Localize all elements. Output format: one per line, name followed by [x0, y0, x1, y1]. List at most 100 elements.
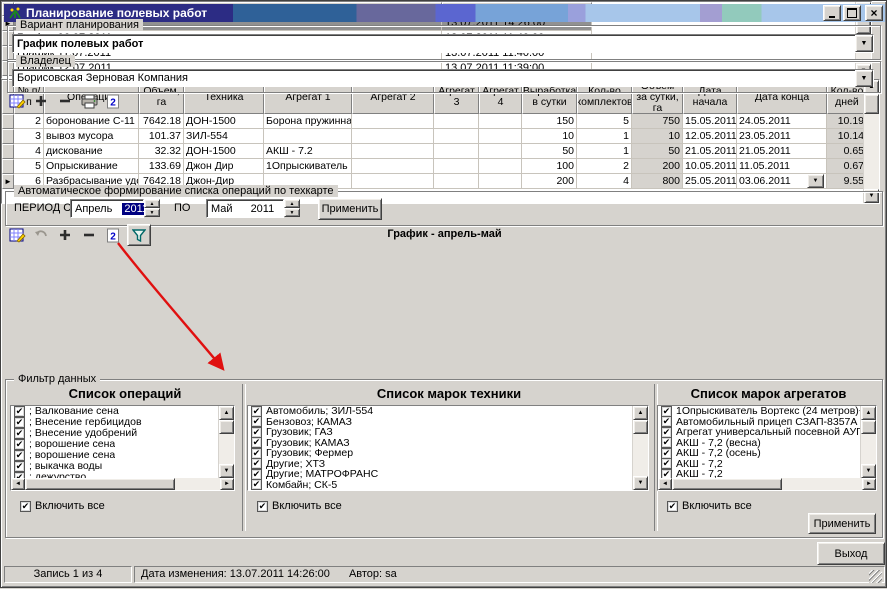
implements-hscrollbar[interactable] [658, 478, 876, 490]
implements-include-all[interactable]: Включить все [664, 500, 752, 512]
grid-vscrollbar[interactable] [863, 80, 879, 203]
grid-cell-end[interactable]: 21.05.2011 [737, 144, 827, 159]
grid-cell-start[interactable]: 25.05.2011 [683, 174, 737, 189]
scroll-track[interactable] [864, 114, 879, 189]
filter-list-item[interactable]: Грузовик; Фермер [248, 448, 632, 459]
scroll-down-icon[interactable] [219, 464, 234, 478]
checkbox-checked-icon[interactable] [257, 501, 268, 512]
filter-list-item[interactable]: ; Внесение гербицидов [11, 417, 218, 428]
scroll-down-icon[interactable] [861, 464, 876, 478]
checkbox-checked-icon[interactable] [14, 450, 25, 461]
spin-down-icon[interactable] [284, 208, 300, 217]
spin-up-icon[interactable] [144, 199, 160, 208]
grid-cell-agg3[interactable] [434, 159, 479, 174]
grid-cell-agg4[interactable] [479, 174, 522, 189]
checkbox-checked-icon[interactable] [251, 480, 262, 491]
grid-cell-agg2[interactable] [352, 114, 434, 129]
grid-cell-per_day[interactable]: 10 [522, 129, 577, 144]
scroll-up-icon[interactable] [633, 406, 648, 420]
checkbox-checked-icon[interactable] [661, 469, 672, 478]
period-to-spinner[interactable] [284, 199, 300, 218]
grid-cell-kits[interactable]: 1 [577, 129, 632, 144]
grid-cell-agg2[interactable] [352, 129, 434, 144]
scroll-track[interactable] [633, 434, 648, 476]
spin-up-icon[interactable] [284, 199, 300, 208]
grid-cell-agg4[interactable] [479, 114, 522, 129]
scroll-down-icon[interactable] [633, 476, 648, 490]
refresh-button[interactable]: 2 [103, 92, 123, 110]
grid-cell-days[interactable]: 0.65 [827, 144, 863, 159]
grid-cell-end[interactable]: 11.05.2011 [737, 159, 827, 174]
grid-cell-agg1[interactable]: АКШ - 7.2 [264, 144, 352, 159]
grid-cell-days[interactable]: 9.55 [827, 174, 863, 189]
grid-cell-end[interactable]: 24.05.2011 [737, 114, 827, 129]
grid-cell-num[interactable]: 5 [14, 159, 44, 174]
grid-cell-kits[interactable]: 1 [577, 144, 632, 159]
checkbox-checked-icon[interactable] [661, 448, 672, 459]
grid-cell-agg4[interactable] [479, 159, 522, 174]
checkbox-checked-icon[interactable] [14, 417, 25, 428]
grid-cell-num[interactable]: 4 [14, 144, 44, 159]
checkbox-checked-icon[interactable] [661, 417, 672, 428]
grid-row[interactable]: 5Опрыскивание133.69Джон Дир1Опрыскивател… [2, 159, 863, 174]
checkbox-checked-icon[interactable] [661, 427, 672, 438]
checkbox-checked-icon[interactable] [661, 459, 672, 470]
grid-cell-start[interactable]: 15.05.2011 [683, 114, 737, 129]
checkbox-checked-icon[interactable] [20, 501, 31, 512]
grid-cell-day_vol[interactable]: 10 [632, 129, 683, 144]
grid-cell-start[interactable]: 10.05.2011 [683, 159, 737, 174]
grid-cell-agg4[interactable] [479, 129, 522, 144]
grid-cell-per_day[interactable]: 100 [522, 159, 577, 174]
period-to-field[interactable]: Май 2011 [206, 199, 300, 218]
variant-dropdown-icon[interactable] [855, 35, 873, 52]
checkbox-checked-icon[interactable] [251, 417, 262, 428]
machines-include-all[interactable]: Включить все [254, 500, 342, 512]
delete-record-button[interactable] [55, 92, 75, 110]
grid-cell-num[interactable]: 3 [14, 129, 44, 144]
grid-cell-day_vol[interactable]: 200 [632, 159, 683, 174]
checkbox-checked-icon[interactable] [14, 461, 25, 472]
grid-cell-agg2[interactable] [352, 174, 434, 189]
grid-cell-agg2[interactable] [352, 144, 434, 159]
machines-vscrollbar[interactable] [632, 406, 648, 490]
grid-cell-vol[interactable]: 7642.18 [139, 114, 184, 129]
grid-cell-day_vol[interactable]: 50 [632, 144, 683, 159]
filter-list-item[interactable]: АКШ - 7,2 [658, 459, 860, 470]
grid-cell-end[interactable]: 03.06.2011 [737, 174, 827, 189]
close-button[interactable]: × [865, 5, 883, 21]
operations-include-all[interactable]: Включить все [17, 500, 105, 512]
grid-row[interactable]: 3вывоз мусора101.37ЗИЛ-5541011012.05.201… [2, 129, 863, 144]
spin-down-icon[interactable] [144, 208, 160, 217]
grid-cell-vol[interactable]: 32.32 [139, 144, 184, 159]
period-to-year[interactable]: 2011 [251, 203, 275, 215]
grid-cell-agg4[interactable] [479, 144, 522, 159]
grid-cell-agg1[interactable]: 1Опрыскиватель В [264, 159, 352, 174]
grid-cell-op[interactable]: вывоз мусора [44, 129, 139, 144]
edit-grid-button[interactable] [7, 92, 27, 110]
scroll-track[interactable] [861, 434, 876, 464]
grid-cell-op[interactable]: дискование [44, 144, 139, 159]
grid-cell-tech[interactable]: ДОН-1500 [184, 114, 264, 129]
grid-cell-start[interactable]: 21.05.2011 [683, 144, 737, 159]
grid-cell-end[interactable]: 23.05.2011 [737, 129, 827, 144]
grid-cell-vol[interactable]: 133.69 [139, 159, 184, 174]
filter-list-item[interactable]: ; Валкование сена [11, 406, 218, 417]
filter-list-item[interactable]: Комбайн; СК-5 [248, 480, 632, 491]
filter-list-item[interactable]: ; ворошение сена [11, 450, 218, 461]
grid-cell-day_vol[interactable]: 750 [632, 114, 683, 129]
checkbox-checked-icon[interactable] [251, 427, 262, 438]
print-button[interactable] [79, 92, 99, 110]
filter-list-item[interactable]: Автомобиль; ЗИЛ-554 [248, 406, 632, 417]
checkbox-checked-icon[interactable] [251, 459, 262, 470]
scroll-up-icon[interactable] [861, 406, 876, 420]
scroll-thumb[interactable] [861, 420, 876, 434]
grid-cell-agg3[interactable] [434, 114, 479, 129]
filter-list-item[interactable]: Другие; ХТЗ [248, 459, 632, 470]
scroll-up-icon[interactable] [219, 406, 234, 420]
checkbox-checked-icon[interactable] [14, 406, 25, 417]
scroll-track[interactable] [219, 434, 234, 464]
filter-list-item[interactable]: АКШ - 7,2 [658, 469, 860, 478]
filter-list-item[interactable]: АКШ - 7,2 (осень) [658, 448, 860, 459]
implements-vscrollbar[interactable] [860, 406, 876, 478]
add-record-button[interactable] [31, 92, 51, 110]
